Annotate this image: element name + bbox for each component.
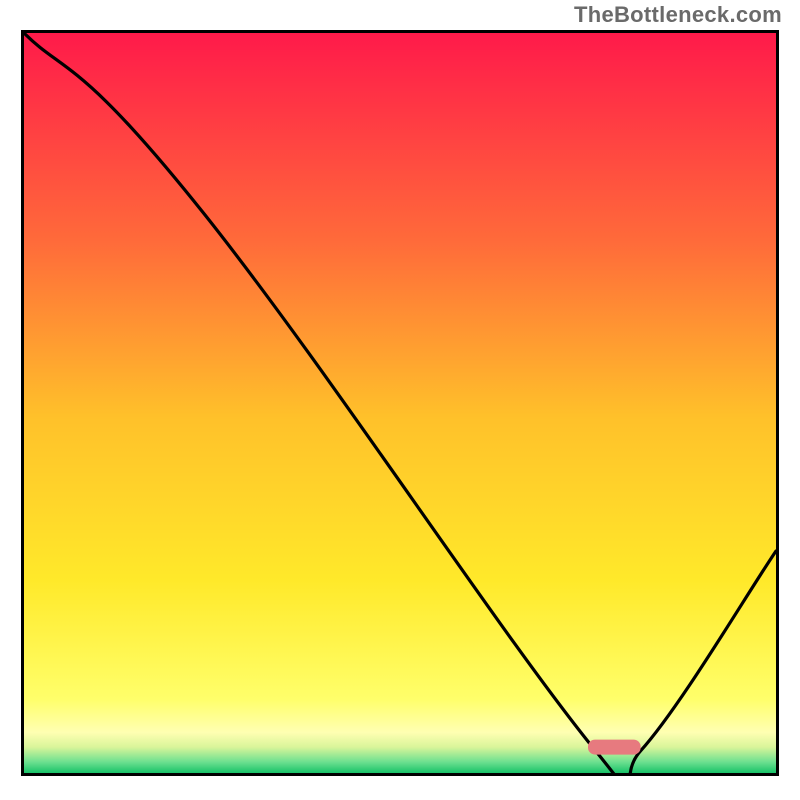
plot-area [21, 30, 779, 776]
plot-inner [24, 33, 776, 773]
chart-container: TheBottleneck.com [0, 0, 800, 800]
watermark-text: TheBottleneck.com [574, 2, 782, 28]
optimal-marker [24, 33, 776, 773]
